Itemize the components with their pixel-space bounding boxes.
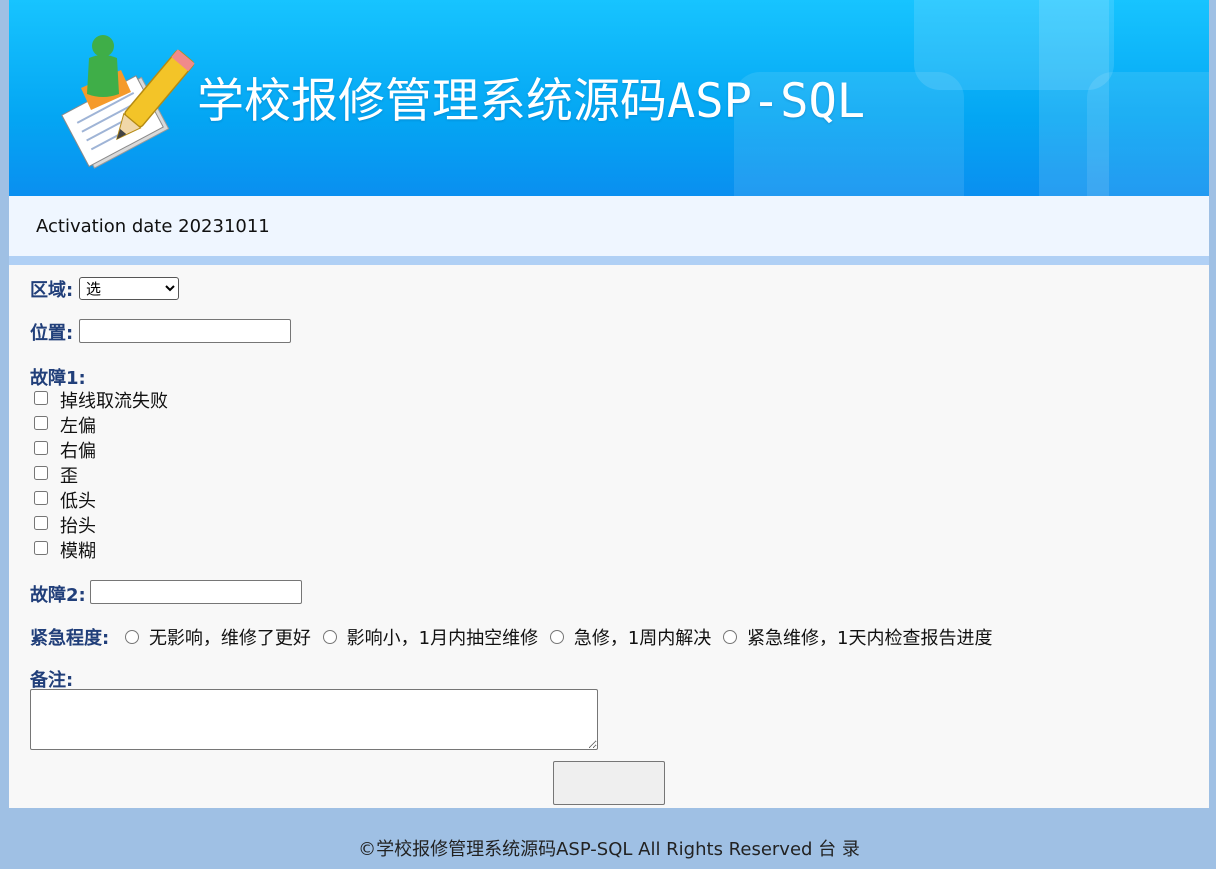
fault1-option-label: 低头 (60, 491, 96, 512)
urgency-option-label: 紧急维修，1天内检查报告进度 (747, 628, 993, 649)
urgency-radio[interactable] (549, 630, 564, 644)
location-row: 位置: (30, 319, 73, 345)
urgency-option-label: 无影响，维修了更好 (148, 628, 311, 649)
location-input[interactable] (79, 319, 291, 343)
notepad-pencil-user-icon (61, 35, 195, 169)
fault1-checkbox[interactable] (34, 466, 48, 480)
footer: ©学校报修管理系统源码ASP-SQL All Rights Reserved 台… (9, 808, 1209, 869)
urgency-option[interactable]: 急修，1周内解决 (549, 624, 712, 650)
fault2-input[interactable] (90, 580, 302, 604)
fault1-checkbox[interactable] (34, 541, 48, 555)
region-row: 区域: (30, 276, 73, 302)
fault2-row: 故障2: (30, 581, 86, 607)
urgency-option[interactable]: 影响小，1月内抽空维修 (322, 624, 539, 650)
urgency-radio[interactable] (723, 630, 738, 644)
urgency-option[interactable]: 无影响，维修了更好 (124, 624, 311, 650)
urgency-label: 紧急程度: (30, 628, 110, 649)
urgency-option[interactable]: 紧急维修，1天内检查报告进度 (723, 624, 993, 650)
region-label: 区域: (30, 280, 74, 301)
fault1-checkbox[interactable] (34, 441, 48, 455)
urgency-option-label: 急修，1周内解决 (573, 628, 712, 649)
fault1-option-label: 左偏 (60, 416, 96, 437)
fault1-checkbox[interactable] (34, 516, 48, 530)
fault1-checkbox[interactable] (34, 491, 48, 505)
activation-bar: Activation date 20231011 (9, 196, 1209, 256)
notes-label: 备注: (30, 670, 74, 691)
fault2-label: 故障2: (30, 585, 86, 606)
site-title: 学校报修管理系统源码ASP-SQL (197, 74, 866, 129)
fault1-label: 故障1: (30, 368, 86, 389)
fault1-checkbox[interactable] (34, 416, 48, 430)
location-label: 位置: (30, 323, 74, 344)
divider (9, 256, 1209, 265)
banner-decor-beam (1039, 0, 1109, 196)
activation-date-text: Activation date 20231011 (36, 216, 270, 237)
fault1-option-label: 歪 (60, 466, 78, 487)
region-select[interactable]: 选 (79, 277, 179, 300)
fault1-option-label: 右偏 (60, 441, 96, 462)
fault1-checkbox[interactable] (34, 391, 48, 405)
urgency-radio[interactable] (124, 630, 139, 644)
page: 学校报修管理系统源码ASP-SQL Activation date 202310… (9, 0, 1209, 869)
fault1-option-label: 模糊 (60, 541, 96, 562)
urgency-row: 紧急程度: 无影响，维修了更好 影响小，1月内抽空维修 急修，1周内解决 紧急维… (30, 624, 999, 650)
notes-textarea[interactable] (30, 689, 598, 750)
urgency-radio[interactable] (322, 630, 337, 644)
fault1-option-label: 抬头 (60, 516, 96, 537)
urgency-option-label: 影响小，1月内抽空维修 (346, 628, 539, 649)
header-banner: 学校报修管理系统源码ASP-SQL (9, 0, 1209, 196)
footer-copyright: ©学校报修管理系统源码ASP-SQL All Rights Reserved 台… (358, 839, 860, 860)
fault1-option-label: 掉线取流失败 (60, 391, 168, 412)
submit-button[interactable] (553, 761, 665, 805)
